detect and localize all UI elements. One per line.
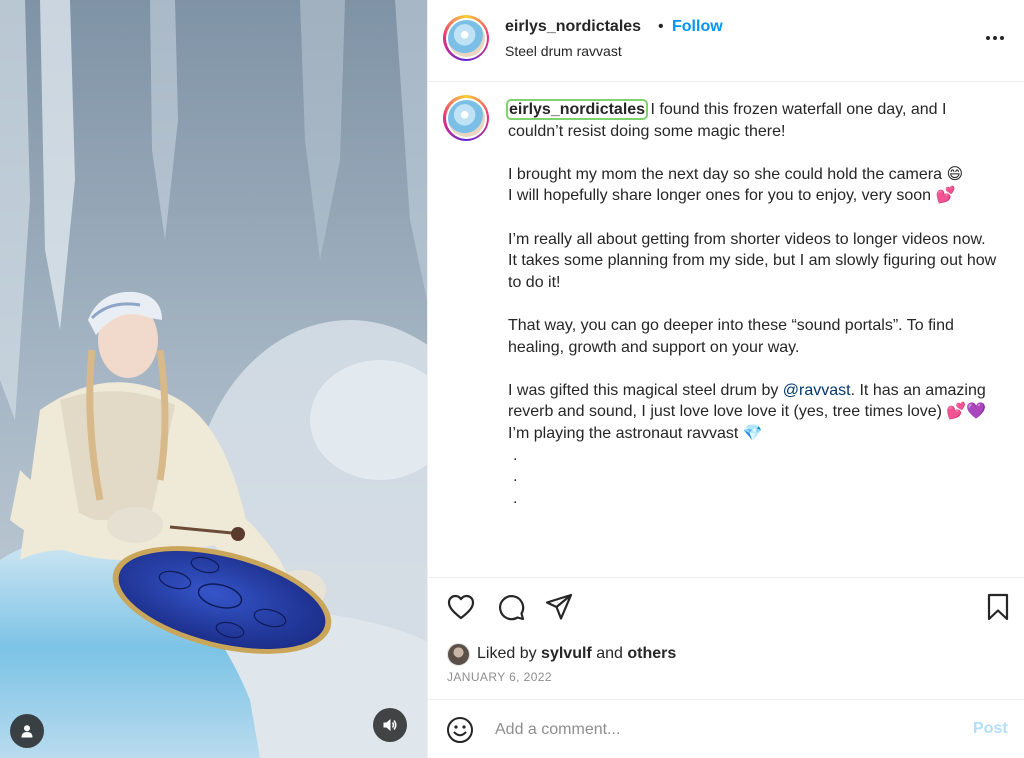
caption-line: I brought my mom the next day so she cou… [508, 165, 964, 183]
comment-button[interactable] [494, 590, 528, 624]
audio-subtitle[interactable]: Steel drum ravvast [505, 43, 622, 59]
person-icon [21, 725, 33, 738]
audio-toggle-button[interactable] [373, 708, 407, 742]
caption-dot: . [513, 489, 518, 507]
post-header: eirlys_nordictales • Follow Steel drum r… [428, 0, 1024, 82]
liker-username[interactable]: sylvulf [541, 645, 592, 663]
more-options-button[interactable] [980, 24, 1010, 52]
caption-paragraph-1: eirlys_nordictales I found this frozen w… [505, 99, 1000, 142]
caption-line: It takes some planning from my side, but… [508, 252, 997, 291]
follow-button[interactable]: Follow [672, 18, 723, 36]
comment-bubble-icon [499, 595, 525, 621]
ellipsis-icon [986, 36, 990, 40]
author-avatar[interactable] [443, 15, 489, 61]
share-button[interactable] [542, 590, 576, 624]
heart-icon [447, 594, 475, 620]
like-button[interactable] [444, 590, 478, 624]
likes-middle: and [596, 645, 623, 662]
liker-avatar[interactable] [447, 642, 470, 666]
caption-paragraph-5: I was gifted this magical steel drum by … [508, 380, 1000, 423]
likes-summary: Liked by sylvulf and others [447, 641, 676, 667]
post-caption: eirlys_nordictales I found this frozen w… [505, 99, 1000, 509]
caption-scroll-area[interactable]: eirlys_nordictales I found this frozen w… [428, 82, 1024, 577]
caption-username-link[interactable]: eirlys_nordictales [505, 99, 649, 120]
smiley-icon [447, 717, 473, 743]
caption-line: I will hopefully share longer ones for y… [508, 187, 956, 205]
bookmark-icon [987, 593, 1009, 621]
likes-prefix: Liked by [477, 645, 537, 662]
caption-line: That way, you can go deeper into these “… [508, 316, 954, 356]
tagged-users-button[interactable] [10, 714, 44, 748]
post-actions: Liked by sylvulf and others JANUARY 6, 2… [428, 577, 1024, 697]
likes-others-link[interactable]: others [627, 645, 676, 663]
caption-author-avatar[interactable] [443, 95, 489, 141]
caption-line: I’m really all about getting from shorte… [508, 230, 986, 248]
caption-text: I was gifted this magical steel drum by [508, 381, 783, 399]
speaker-icon [383, 719, 397, 731]
save-button[interactable] [981, 590, 1015, 624]
paper-plane-icon [545, 593, 573, 620]
post-video-frame [0, 0, 427, 758]
author-username[interactable]: eirlys_nordictales [505, 18, 641, 36]
comment-form: Post [428, 699, 1024, 758]
post-details-panel: eirlys_nordictales • Follow Steel drum r… [427, 0, 1024, 758]
comment-input[interactable] [495, 716, 935, 744]
caption-line: I’m playing the astronaut ravvast 💎 [508, 424, 763, 442]
caption-dot: . [513, 446, 518, 464]
caption-dot: . [513, 468, 518, 486]
post-media[interactable] [0, 0, 427, 758]
post-comment-button[interactable]: Post [973, 720, 1008, 738]
post-date[interactable]: JANUARY 6, 2022 [447, 670, 552, 684]
separator-dot: • [658, 18, 664, 35]
emoji-button[interactable] [444, 714, 476, 746]
mention-link[interactable]: @ravvast [783, 382, 851, 399]
